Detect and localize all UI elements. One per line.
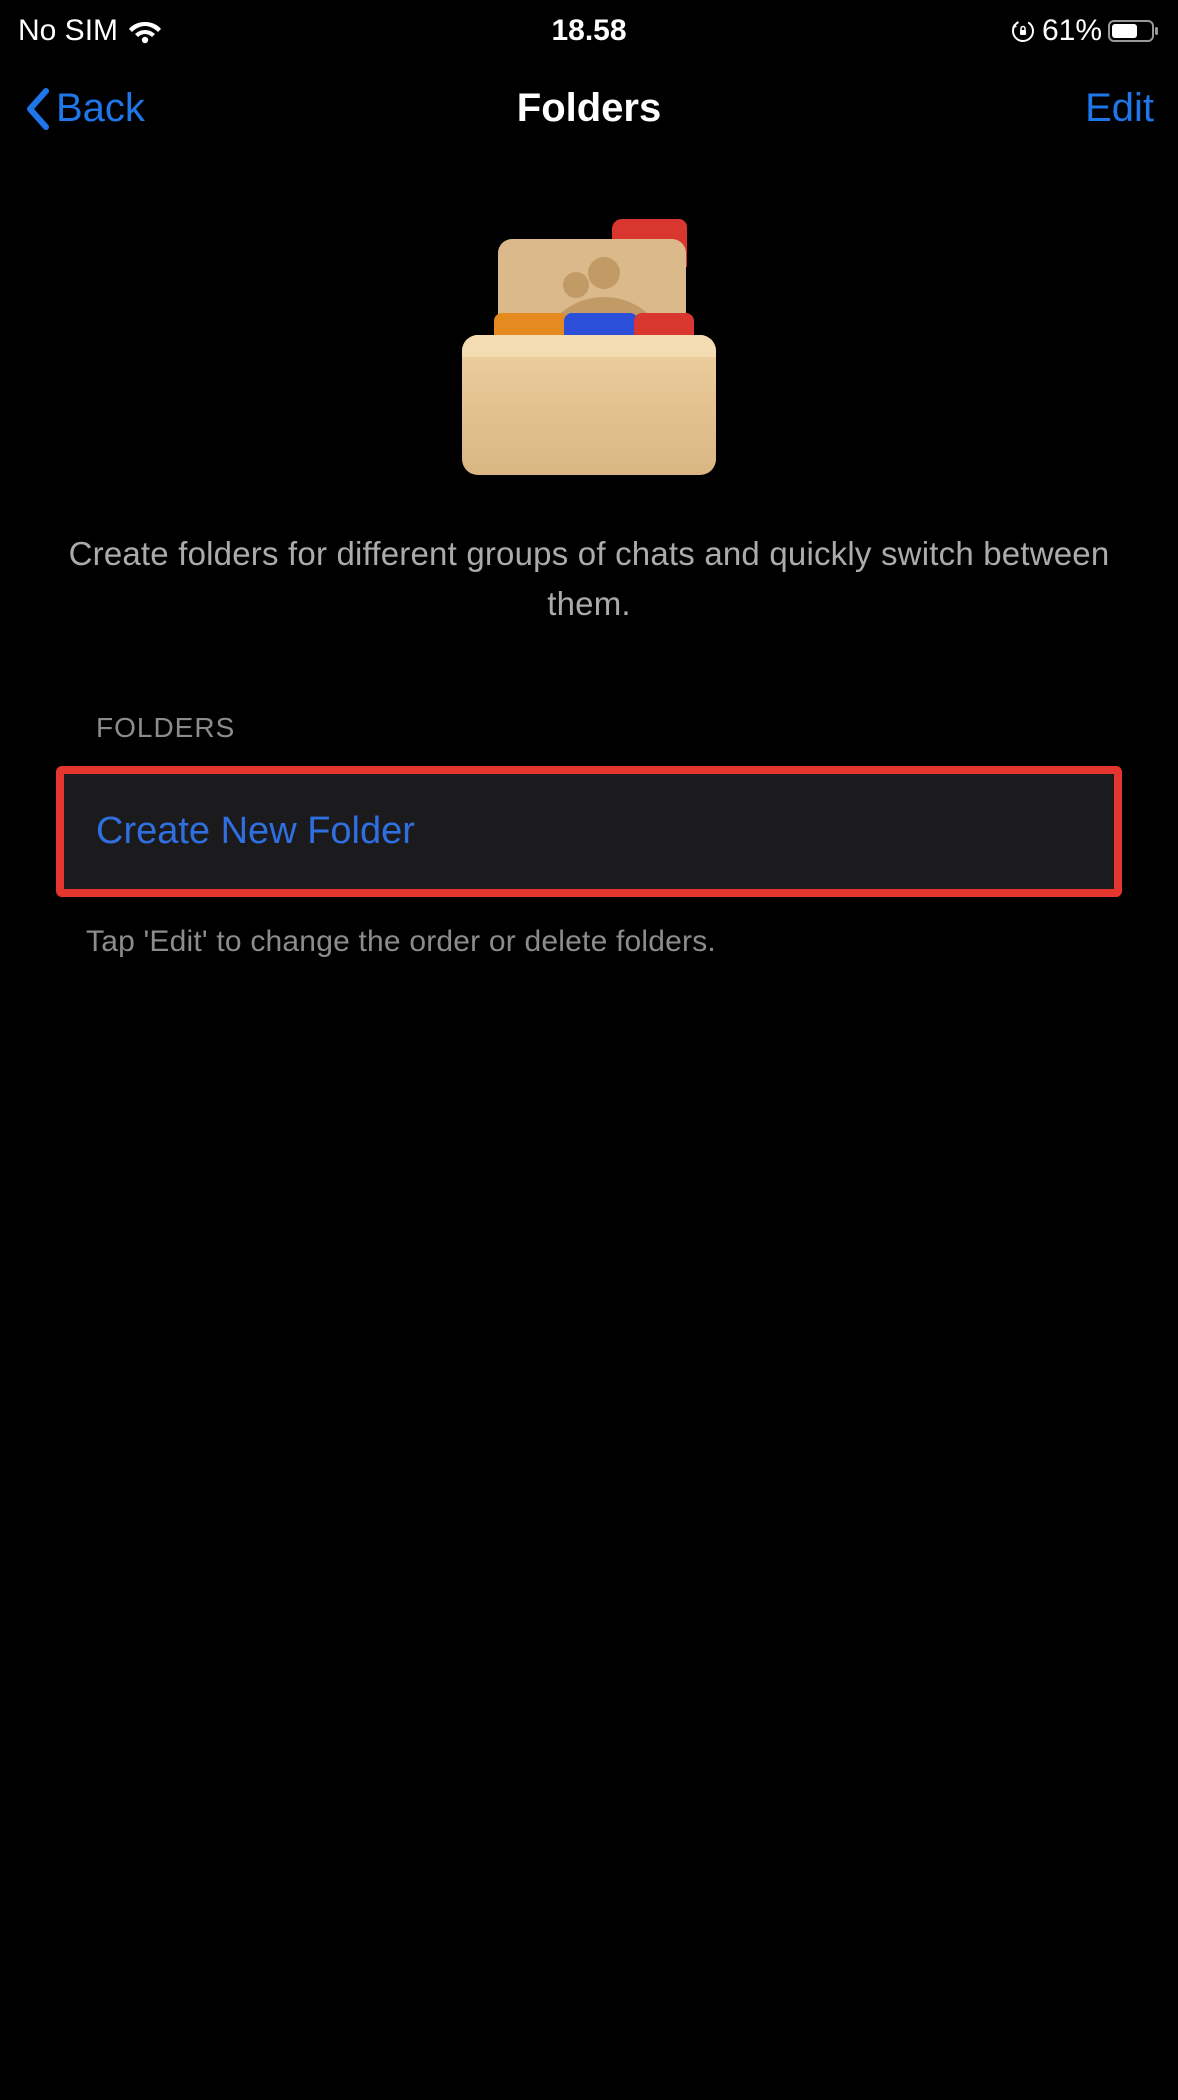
section-header-folders: FOLDERS bbox=[0, 712, 1178, 766]
back-label: Back bbox=[56, 86, 145, 131]
create-new-folder-label: Create New Folder bbox=[96, 810, 415, 852]
hero-description: Create folders for different groups of c… bbox=[0, 529, 1178, 628]
status-bar: No SIM 18.58 61% bbox=[0, 0, 1178, 58]
chevron-left-icon bbox=[24, 87, 52, 131]
create-new-folder-button[interactable]: Create New Folder bbox=[64, 774, 1114, 889]
edit-button[interactable]: Edit bbox=[1085, 86, 1154, 131]
back-button[interactable]: Back bbox=[24, 86, 145, 131]
orientation-lock-icon bbox=[1010, 18, 1036, 44]
section-footer-hint: Tap 'Edit' to change the order or delete… bbox=[0, 897, 1178, 959]
wifi-icon bbox=[128, 18, 162, 44]
hero-section: Create folders for different groups of c… bbox=[0, 201, 1178, 628]
battery-percent: 61% bbox=[1042, 14, 1102, 48]
status-time: 18.58 bbox=[551, 14, 626, 48]
folders-illustration-icon bbox=[454, 201, 724, 481]
nav-bar: Back Folders Edit bbox=[0, 58, 1178, 153]
page-title: Folders bbox=[517, 86, 661, 131]
carrier-label: No SIM bbox=[18, 14, 118, 48]
battery-icon bbox=[1108, 18, 1160, 44]
highlight-annotation: Create New Folder bbox=[56, 766, 1122, 897]
folders-section: FOLDERS Create New Folder Tap 'Edit' to … bbox=[0, 712, 1178, 959]
